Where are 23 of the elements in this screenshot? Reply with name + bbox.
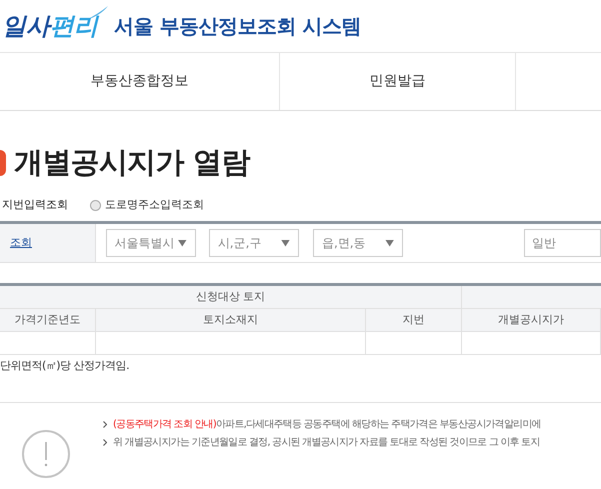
region-select[interactable]: 읍,면,동 [312, 229, 404, 257]
system-title: 서울 부동산정보조회 시스템 [114, 13, 361, 40]
nav-tab[interactable]: 민원발급 [280, 53, 516, 110]
page-title: 개별공시지가 열람 [14, 144, 250, 182]
search-mode-radio[interactable]: 지번입력조회 [2, 196, 68, 214]
type-select[interactable]: 일반 [524, 229, 601, 257]
chevron-icon [103, 439, 107, 446]
group-header: 신청대상 토지 [0, 286, 462, 308]
nav-tab[interactable]: 부동산종합정보 [0, 53, 280, 110]
region-select[interactable]: 서울특별시 [106, 229, 196, 257]
column-header: 토지소재지 [96, 309, 366, 331]
search-mode-radio[interactable]: 도로명주소입력조회 [90, 196, 204, 214]
exclamation-icon [22, 430, 70, 478]
unit-note: 단위면적(㎡)당 산정가격임. [0, 358, 130, 374]
notice-text: 위 개별공시지가는 기준년월일로 결정, 공시된 개별공시지가 자료를 토대로 작성된 것이므로 그 이후 토지 [113, 436, 540, 450]
chevron-icon [103, 421, 107, 428]
column-header: 개별공시지가 [462, 309, 601, 331]
notice-text: (공동주택가격 조회 안내)아파트,다세대주택등 공동주택에 해당하는 주택가격은 부동산공시가격알리미에 [113, 418, 541, 432]
search-label: 조회 [10, 234, 32, 251]
column-header: 지번 [366, 309, 462, 331]
column-header: 가격기준년도 [0, 309, 96, 331]
region-select[interactable]: 시,군,구 [208, 229, 299, 257]
title-bullet-icon [0, 150, 6, 176]
